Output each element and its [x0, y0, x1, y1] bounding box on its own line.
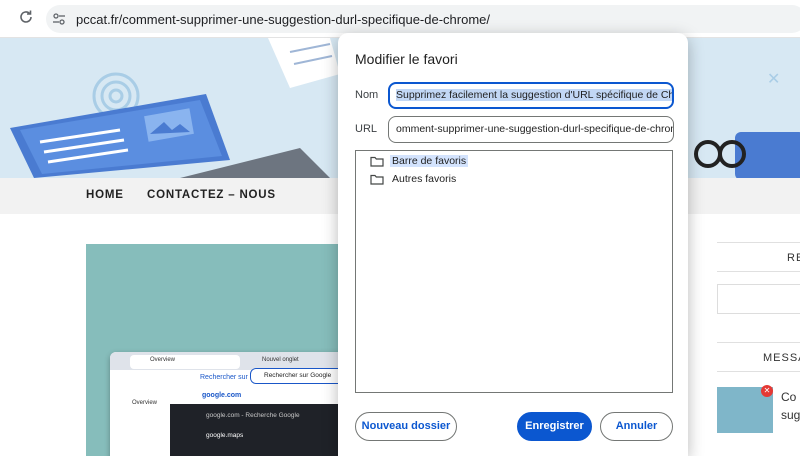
illustration-search-box: Rechercher sur Google — [264, 372, 332, 379]
folder-icon — [370, 174, 384, 185]
reload-icon[interactable] — [16, 9, 36, 29]
dialog-title: Modifier le favori — [355, 51, 458, 67]
illustration-google-maps: google.maps — [206, 432, 244, 439]
folder-item-other-bookmarks[interactable]: Autres favoris — [356, 171, 672, 187]
sidebar-post-thumbnail[interactable]: ✕ — [717, 385, 773, 433]
new-folder-button[interactable]: Nouveau dossier — [355, 412, 457, 441]
url-text[interactable]: pccat.fr/comment-supprimer-une-suggestio… — [76, 12, 490, 27]
sidebar-widget-title-2: MESSA — [717, 342, 800, 372]
url-label: URL — [355, 123, 378, 135]
illustration-overview-small: Overview — [132, 400, 158, 406]
illustration-google-domain: google.com — [202, 392, 242, 399]
article-hero-image: Overview Nouvel onglet Rechercher sur Go… — [86, 244, 346, 456]
close-icon: ✕ — [761, 385, 773, 397]
address-bar[interactable]: pccat.fr/comment-supprimer-une-suggestio… — [46, 5, 800, 33]
bookmark-url-input[interactable]: omment-supprimer-une-suggestion-durl-spe… — [388, 116, 674, 143]
save-button[interactable]: Enregistrer — [517, 412, 592, 441]
sidebar-post-title-line2[interactable]: sug — [781, 408, 800, 422]
illustration-tab-new: Nouvel onglet — [262, 357, 299, 363]
illustration-tab-overview: Overview — [150, 357, 176, 363]
bookmark-name-input[interactable]: Supprimez facilement la suggestion d'URL… — [388, 82, 674, 109]
folder-tree: Barre de favoris Autres favoris — [355, 150, 673, 393]
nav-contact-link[interactable]: CONTACTEZ – NOUS — [147, 189, 276, 201]
sidebar-widget-title-1: RE — [717, 242, 800, 272]
sidebar-search-box[interactable] — [717, 284, 800, 314]
svg-text:✕: ✕ — [767, 69, 780, 88]
nav-home-link[interactable]: HOME — [86, 189, 124, 201]
sidebar-post-title-line1[interactable]: Co — [781, 390, 796, 404]
illustration-google-search-row: google.com - Recherche Google — [206, 412, 300, 419]
site-info-icon[interactable] — [52, 12, 66, 26]
chrome-screenshot-illustration: Overview Nouvel onglet Rechercher sur Go… — [110, 352, 346, 456]
edit-bookmark-dialog: Modifier le favori Nom Supprimez facilem… — [338, 33, 688, 456]
folder-icon — [370, 156, 384, 167]
cancel-button[interactable]: Annuler — [600, 412, 673, 441]
name-label: Nom — [355, 89, 379, 101]
folder-item-bookmarks-bar[interactable]: Barre de favoris — [356, 153, 672, 169]
